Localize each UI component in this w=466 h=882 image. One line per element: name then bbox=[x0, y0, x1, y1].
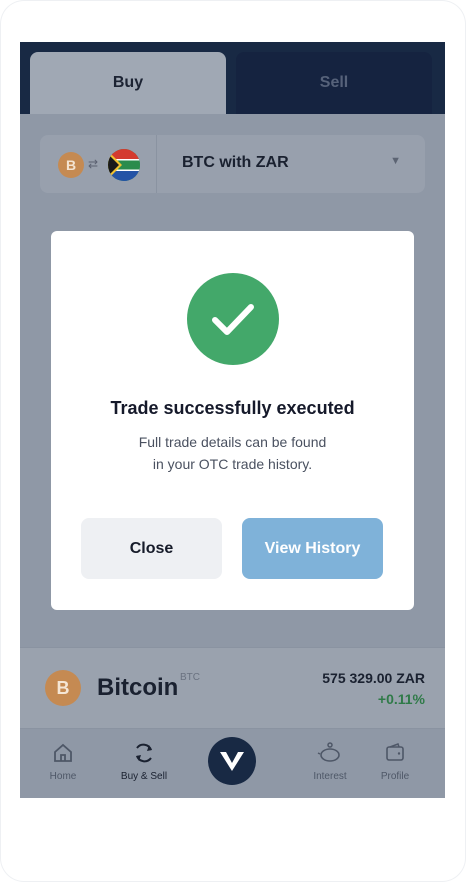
tab-buy[interactable]: Buy bbox=[30, 52, 226, 114]
nav-interest-label: Interest bbox=[313, 771, 347, 782]
wallet-icon bbox=[360, 739, 430, 767]
swap-arrow-icon: ⇄ bbox=[88, 157, 99, 171]
tab-sell[interactable]: Sell bbox=[236, 52, 432, 114]
selector-divider bbox=[156, 135, 157, 193]
success-dialog: Trade successfully executed Full trade d… bbox=[51, 231, 414, 610]
nav-home[interactable]: Home bbox=[28, 739, 98, 782]
asset-change: +0.11% bbox=[377, 691, 425, 707]
pair-label: BTC with ZAR bbox=[182, 154, 289, 171]
dialog-message-line-1: Full trade details can be found bbox=[138, 434, 327, 450]
south-africa-flag-icon bbox=[108, 149, 140, 181]
close-button[interactable]: Close bbox=[81, 518, 222, 579]
chevron-down-icon: ▼ bbox=[390, 155, 401, 167]
pair-selector[interactable]: B ⇄ BTC with ZAR ▼ bbox=[40, 135, 425, 193]
asset-row[interactable]: B Bitcoin BTC 575 329.00 ZAR +0.11% bbox=[20, 647, 445, 728]
pair-icons: B ⇄ bbox=[58, 149, 140, 181]
view-history-button[interactable]: View History bbox=[242, 518, 383, 579]
nav-profile[interactable]: Profile bbox=[360, 739, 430, 782]
asset-ticker: BTC bbox=[180, 672, 200, 683]
asset-name: Bitcoin bbox=[97, 674, 179, 701]
success-check-icon bbox=[187, 273, 279, 365]
nav-profile-label: Profile bbox=[380, 771, 410, 782]
brand-logo-button[interactable] bbox=[208, 737, 256, 785]
refresh-icon bbox=[109, 739, 179, 767]
brand-logo-icon bbox=[220, 752, 244, 771]
dialog-title: Trade successfully executed bbox=[110, 398, 355, 418]
dialog-message: Full trade details can be found in your … bbox=[91, 431, 374, 475]
nav-interest[interactable]: Interest bbox=[295, 739, 365, 782]
bottom-nav: Home Buy & Sell Interest Profile bbox=[20, 728, 445, 798]
nav-home-label: Home bbox=[49, 771, 77, 782]
bitcoin-icon: B bbox=[58, 152, 84, 178]
bitcoin-icon: B bbox=[45, 670, 81, 706]
home-icon bbox=[28, 739, 98, 767]
trade-tabs: Buy Sell bbox=[20, 42, 445, 114]
piggy-bank-icon bbox=[295, 739, 365, 767]
dialog-message-line-2: in your OTC trade history. bbox=[152, 456, 313, 472]
nav-buy-sell-label: Buy & Sell bbox=[120, 771, 168, 782]
nav-buy-sell[interactable]: Buy & Sell bbox=[109, 739, 179, 782]
asset-price: 575 329.00 ZAR bbox=[322, 670, 425, 686]
